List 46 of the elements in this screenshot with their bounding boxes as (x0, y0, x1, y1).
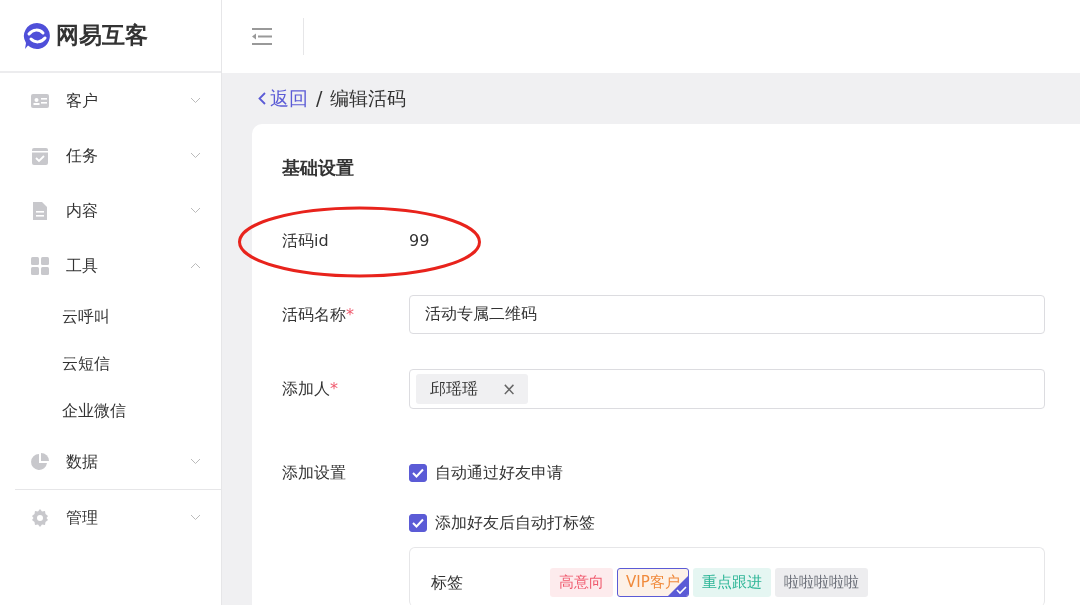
remove-button[interactable]: × (502, 380, 517, 398)
pie-chart-icon (30, 451, 50, 472)
chevron-left-icon (258, 92, 266, 105)
breadcrumb-current: 编辑活码 (330, 86, 407, 112)
field-label: 添加人 (282, 379, 330, 398)
sidebar-subitem[interactable]: 云短信 (0, 340, 221, 387)
chevron-down-icon (190, 207, 201, 214)
chevron-down-icon (190, 152, 201, 159)
chevron-down-icon (190, 458, 201, 465)
name-input[interactable]: 活动专属二维码 (409, 295, 1045, 334)
checkbox[interactable] (409, 514, 427, 532)
selected-check-icon (667, 575, 688, 596)
field-label: 活码名称 (282, 304, 346, 324)
chevron-down-icon (190, 514, 201, 521)
sidebar-item[interactable]: 客户 (0, 73, 221, 128)
field-label: 标签 (431, 572, 464, 594)
document-icon (30, 200, 50, 221)
calendar-check-icon (30, 145, 50, 166)
checkbox-label: 添加好友后自动打标签 (435, 512, 595, 534)
sidebar-subitem[interactable]: 云呼叫 (0, 293, 221, 340)
logo-icon (22, 20, 52, 51)
chevron-up-icon (190, 262, 201, 269)
collapse-menu-icon[interactable] (252, 27, 273, 46)
sidebar-item[interactable]: 数据 (0, 434, 221, 489)
field-label: 添加设置 (282, 463, 346, 482)
brand-name: 网易互客 (56, 21, 148, 51)
settings-icon (30, 507, 50, 528)
required-mark: * (346, 304, 354, 324)
id-value: 99 (409, 230, 430, 252)
breadcrumb-separator: / (316, 86, 323, 112)
sidebar-item[interactable]: 工具 (0, 238, 221, 293)
checkbox-label: 自动通过好友申请 (435, 462, 563, 484)
checkbox[interactable] (409, 464, 427, 482)
grid-icon (30, 255, 50, 276)
chevron-down-icon (190, 97, 201, 104)
adder-field[interactable]: 邱瑶瑶 × (409, 369, 1045, 409)
chip-label: 邱瑶瑶 (430, 378, 478, 400)
sidebar-item[interactable]: 任务 (0, 128, 221, 183)
sidebar-subitem[interactable]: 企业微信 (0, 387, 221, 434)
required-mark: * (330, 379, 338, 398)
sidebar-item[interactable]: 管理 (0, 490, 221, 545)
tag[interactable]: 啦啦啦啦啦 (774, 568, 868, 597)
back-link[interactable]: 返回 (258, 84, 308, 113)
field-label: 活码id (282, 231, 329, 250)
section-title: 基础设置 (282, 156, 355, 180)
sidebar-item[interactable]: 内容 (0, 183, 221, 238)
